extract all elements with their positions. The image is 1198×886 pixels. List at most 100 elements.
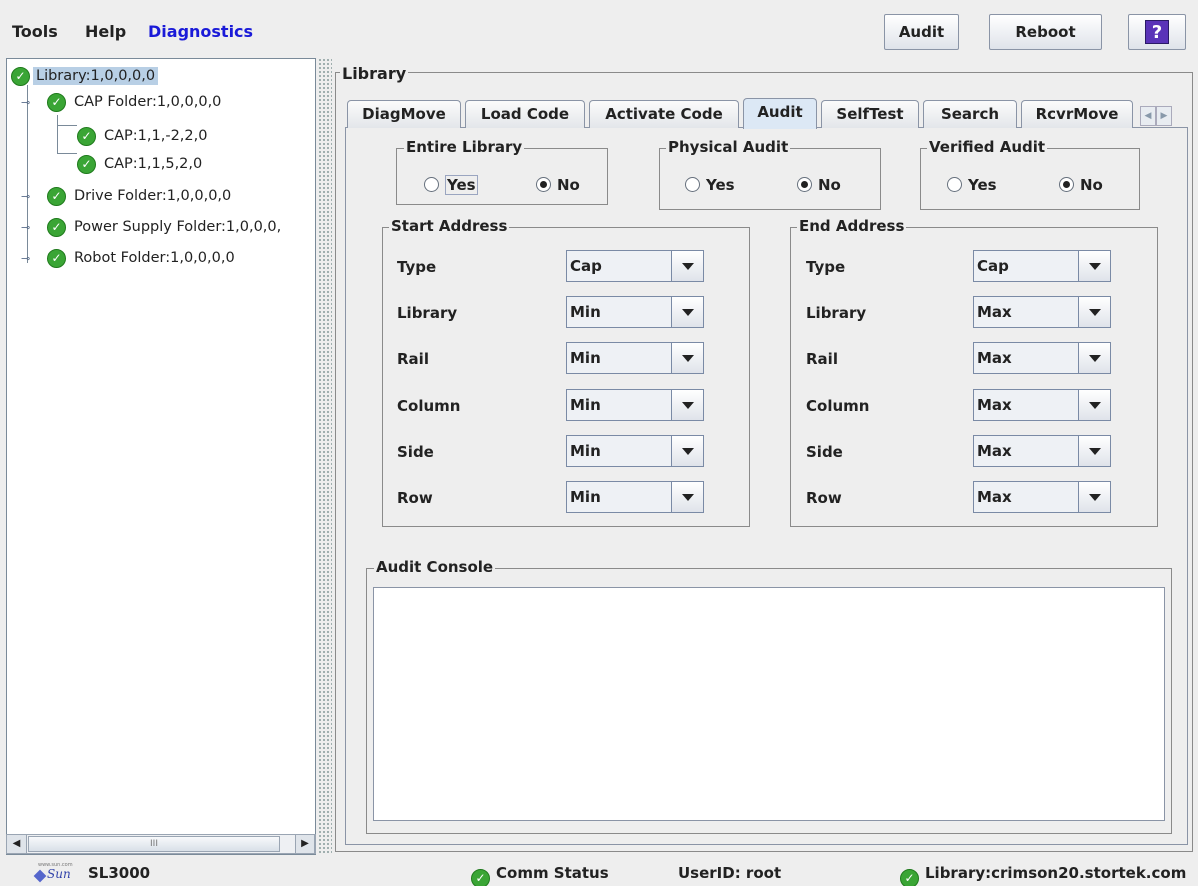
entire-library-yes-radio[interactable]: Yes — [424, 175, 478, 195]
start-address-title: Start Address — [389, 217, 510, 235]
tree-connector — [57, 153, 77, 154]
chevron-down-icon[interactable] — [671, 343, 703, 373]
collapse-toggle-icon[interactable]: ⊸ — [21, 96, 30, 109]
audit-console-title: Audit Console — [374, 558, 496, 576]
chevron-down-icon[interactable] — [1078, 297, 1110, 327]
end-column-select[interactable]: Max — [973, 389, 1111, 421]
reboot-button[interactable]: Reboot — [989, 14, 1102, 50]
start-rail-select[interactable]: Min — [566, 342, 704, 374]
start-library-label: Library — [397, 304, 458, 322]
chevron-down-icon[interactable] — [1078, 436, 1110, 466]
audit-console-output[interactable] — [373, 587, 1165, 821]
start-side-label: Side — [397, 443, 434, 461]
tab-activate-code[interactable]: Activate Code — [589, 100, 739, 128]
tab-selftest[interactable]: SelfTest — [821, 100, 919, 128]
tree-item-robot-folder[interactable]: ✓ Robot Folder:1,0,0,0,0 — [47, 245, 238, 271]
ok-check-icon: ✓ — [77, 127, 96, 146]
verified-audit-no-radio[interactable]: No — [1059, 176, 1103, 194]
sun-diamond-icon — [33, 869, 47, 883]
radio-selected-icon — [797, 177, 812, 192]
chevron-down-icon[interactable] — [1078, 390, 1110, 420]
menu-tools[interactable]: Tools — [12, 22, 58, 41]
radio-selected-icon — [1059, 177, 1074, 192]
tree-connector — [27, 85, 28, 263]
tree-item-cap[interactable]: ✓ CAP:1,1,5,2,0 — [77, 151, 205, 177]
tab-scroll-right-icon[interactable]: ▶ — [1156, 106, 1172, 126]
chevron-down-icon[interactable] — [1078, 343, 1110, 373]
tree-item-drive-folder[interactable]: ✓ Drive Folder:1,0,0,0,0 — [47, 183, 234, 209]
start-type-select[interactable]: Cap — [566, 250, 704, 282]
menu-diagnostics[interactable]: Diagnostics — [148, 22, 253, 41]
tree-item-library[interactable]: ✓ Library:1,0,0,0,0 — [11, 63, 159, 89]
panel-splitter[interactable] — [318, 58, 332, 855]
tree-item-cap-folder[interactable]: ✓ CAP Folder:1,0,0,0,0 — [47, 89, 224, 115]
entire-library-title: Entire Library — [404, 138, 525, 156]
end-type-label: Type — [806, 258, 846, 276]
scroll-right-icon[interactable]: ▶ — [295, 835, 315, 853]
tab-rcvrmove[interactable]: RcvrMove — [1021, 100, 1133, 128]
help-icon: ? — [1145, 20, 1169, 44]
verified-audit-title: Verified Audit — [927, 138, 1048, 156]
tree-connector — [57, 125, 77, 126]
chevron-down-icon[interactable] — [671, 390, 703, 420]
expand-toggle-icon[interactable]: ⊸ — [21, 221, 30, 234]
tree-horizontal-scrollbar[interactable]: ◀ III ▶ — [6, 834, 316, 854]
tree-item-power-supply-folder[interactable]: ✓ Power Supply Folder:1,0,0,0, — [47, 214, 284, 240]
end-side-label: Side — [806, 443, 843, 461]
expand-toggle-icon[interactable]: ⊸ — [21, 252, 30, 265]
chevron-down-icon[interactable] — [671, 251, 703, 281]
tab-load-code[interactable]: Load Code — [465, 100, 585, 128]
start-column-select[interactable]: Min — [566, 389, 704, 421]
ok-check-icon: ✓ — [47, 187, 66, 206]
end-library-select[interactable]: Max — [973, 296, 1111, 328]
expand-toggle-icon[interactable]: ⊸ — [21, 190, 30, 203]
physical-audit-no-radio[interactable]: No — [797, 176, 841, 194]
chevron-down-icon[interactable] — [1078, 482, 1110, 512]
start-side-select[interactable]: Min — [566, 435, 704, 467]
device-tree[interactable]: ✓ Library:1,0,0,0,0 ⊸ ✓ CAP Folder:1,0,0… — [6, 58, 316, 855]
chevron-down-icon[interactable] — [671, 436, 703, 466]
tab-scroll-arrows: ◀ ▶ — [1140, 104, 1190, 126]
ok-check-icon: ✓ — [471, 869, 490, 886]
start-library-select[interactable]: Min — [566, 296, 704, 328]
end-row-select[interactable]: Max — [973, 481, 1111, 513]
tree-item-cap[interactable]: ✓ CAP:1,1,-2,2,0 — [77, 123, 210, 149]
verified-audit-yes-radio[interactable]: Yes — [947, 176, 997, 194]
menu-help[interactable]: Help — [85, 22, 126, 41]
tab-audit[interactable]: Audit — [743, 98, 817, 129]
chevron-down-icon[interactable] — [1078, 251, 1110, 281]
physical-audit-yes-radio[interactable]: Yes — [685, 176, 735, 194]
sun-logo: www.sun.com Sun — [33, 862, 84, 883]
chevron-down-icon[interactable] — [671, 297, 703, 327]
end-type-select[interactable]: Cap — [973, 250, 1111, 282]
start-type-label: Type — [397, 258, 437, 276]
user-id: UserID: root — [678, 864, 782, 882]
start-column-label: Column — [397, 397, 461, 415]
ok-check-icon: ✓ — [77, 155, 96, 174]
ok-check-icon: ✓ — [47, 249, 66, 268]
radio-unselected-icon — [685, 177, 700, 192]
tab-search[interactable]: Search — [923, 100, 1017, 128]
tab-diagmove[interactable]: DiagMove — [347, 100, 461, 128]
scroll-grip: III — [150, 839, 158, 849]
tab-scroll-left-icon[interactable]: ◀ — [1140, 106, 1156, 126]
library-panel-title: Library — [340, 64, 409, 83]
radio-selected-icon — [536, 177, 551, 192]
help-button[interactable]: ? — [1128, 14, 1186, 50]
chevron-down-icon[interactable] — [671, 482, 703, 512]
start-row-select[interactable]: Min — [566, 481, 704, 513]
end-rail-label: Rail — [806, 350, 838, 368]
start-row-label: Row — [397, 489, 433, 507]
end-side-select[interactable]: Max — [973, 435, 1111, 467]
entire-library-no-radio[interactable]: No — [536, 176, 580, 194]
scrollbar-thumb[interactable]: III — [28, 836, 280, 852]
audit-button[interactable]: Audit — [884, 14, 959, 50]
status-bar: www.sun.com Sun SL3000 ✓ Comm Status User… — [0, 858, 1198, 886]
end-column-label: Column — [806, 397, 870, 415]
start-rail-label: Rail — [397, 350, 429, 368]
scroll-left-icon[interactable]: ◀ — [7, 835, 27, 853]
end-row-label: Row — [806, 489, 842, 507]
radio-unselected-icon — [947, 177, 962, 192]
end-rail-select[interactable]: Max — [973, 342, 1111, 374]
ok-check-icon: ✓ — [11, 67, 30, 86]
